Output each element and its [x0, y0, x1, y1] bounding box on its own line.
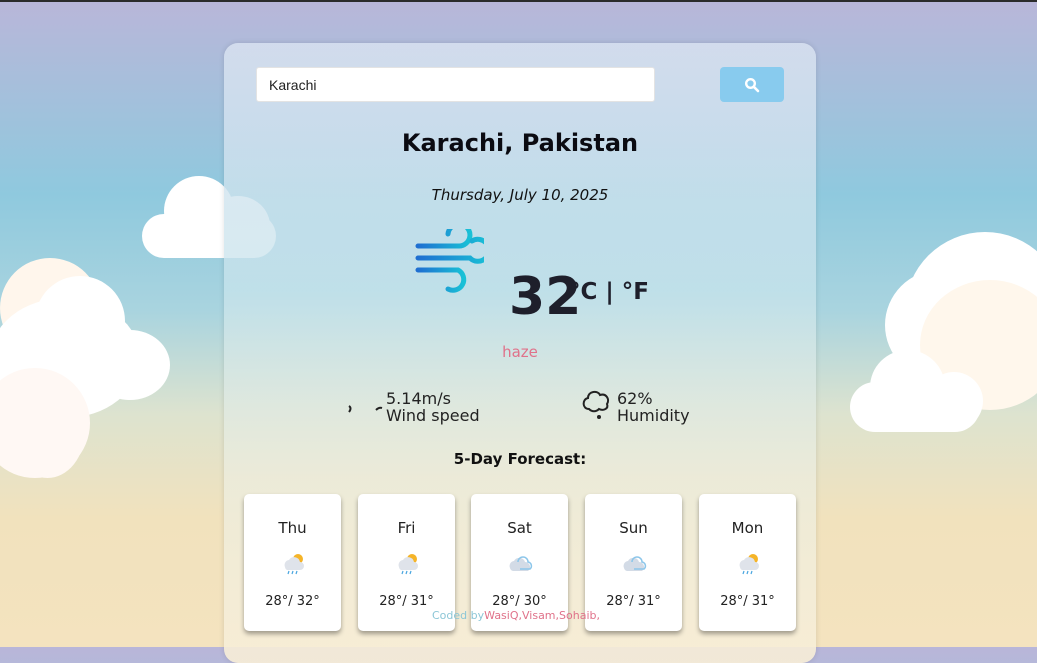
wind-speed-value: 5.14m/s [386, 389, 451, 408]
sun-rain-cloud-icon [398, 554, 418, 575]
credit-prefix: Coded by [432, 609, 485, 622]
cloud-icon [623, 556, 647, 571]
forecast-temps: 28°/ 31° [358, 594, 455, 609]
forecast-day-card: Mon 28°/ 31° [699, 494, 796, 631]
forecast-low: 28°/ [606, 594, 634, 609]
forecast-high: 31° [637, 594, 661, 609]
forecast-low: 28°/ [720, 594, 748, 609]
forecast-day-name: Thu [278, 519, 307, 537]
forecast-low: 28°/ [379, 594, 407, 609]
credit-footer: Coded byWasiQ,Visam,Sohaib, [432, 609, 600, 622]
wind-speed-label: Wind speed [386, 406, 480, 425]
wind-icon [415, 229, 484, 293]
wind-stat: 5.14m/s Wind speed [386, 390, 480, 424]
forecast-day-name: Mon [731, 519, 764, 537]
forecast-high: 31° [410, 594, 434, 609]
humidity-stat: 62% Humidity [617, 390, 690, 424]
credit-names[interactable]: WasiQ,Visam,Sohaib, [484, 609, 600, 622]
unit-toggle[interactable]: °C | °F [569, 279, 649, 305]
forecast-low: 28°/ [492, 594, 520, 609]
search-input[interactable] [256, 67, 655, 102]
forecast-day-name: Fri [397, 519, 416, 537]
humidity-label: Humidity [617, 406, 690, 425]
forecast-low: 28°/ [265, 594, 293, 609]
search-button[interactable] [720, 67, 784, 102]
sun-rain-cloud-icon [739, 554, 759, 575]
forecast-high: 31° [751, 594, 775, 609]
window-top-border [0, 0, 1037, 2]
forecast-title: 5-Day Forecast: [453, 450, 587, 468]
current-date: Thursday, July 10, 2025 [431, 186, 609, 204]
forecast-temps: 28°/ 31° [699, 594, 796, 609]
forecast-day-name: Sat [507, 519, 532, 537]
forecast-high: 30° [523, 594, 547, 609]
background-cloud [850, 232, 1037, 432]
background-cloud [0, 258, 175, 483]
forecast-day-name: Sun [619, 519, 648, 537]
forecast-high: 32° [296, 594, 320, 609]
cloud-icon [509, 556, 533, 571]
weather-card: Karachi, Pakistan Thursday, July 10, 202… [224, 43, 816, 663]
location-title: Karachi, Pakistan [401, 129, 639, 157]
forecast-temps: 28°/ 31° [585, 594, 682, 609]
weather-condition: haze [502, 343, 538, 361]
search-icon [744, 77, 760, 92]
humidity-value: 62% [617, 389, 653, 408]
sun-rain-cloud-icon [284, 554, 304, 575]
forecast-temps: 28°/ 32° [244, 594, 341, 609]
humidity-icon [582, 390, 610, 419]
forecast-temps: 28°/ 30° [471, 594, 568, 609]
forecast-day-card: Thu 28°/ 32° [244, 494, 341, 631]
wind-speed-icon [348, 405, 383, 413]
